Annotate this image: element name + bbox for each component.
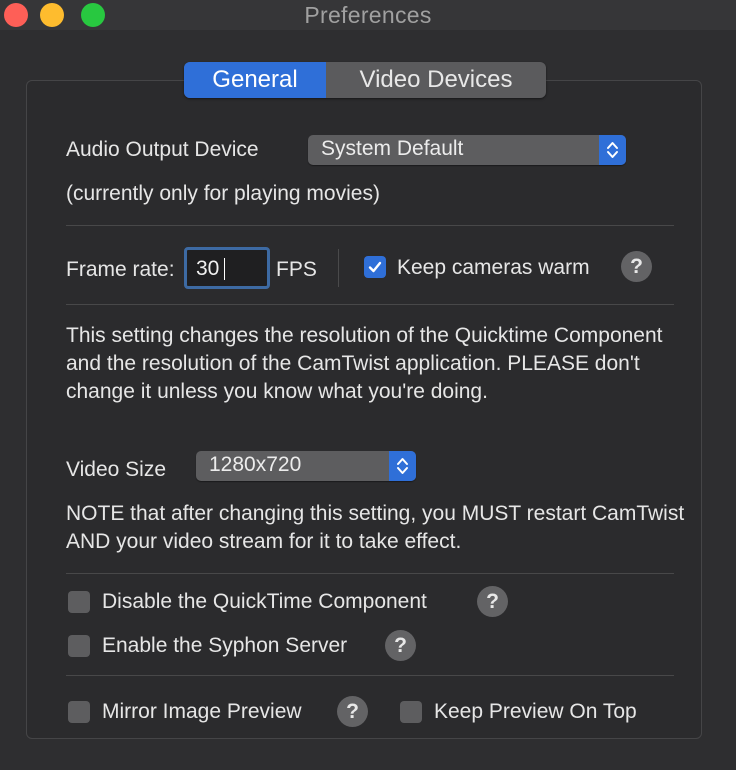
fps-unit-label: FPS bbox=[276, 258, 317, 281]
mirror-preview-label: Mirror Image Preview bbox=[102, 700, 302, 723]
divider bbox=[66, 225, 674, 226]
video-size-label: Video Size bbox=[66, 458, 167, 481]
audio-output-note: (currently only for playing movies) bbox=[66, 182, 380, 205]
frame-rate-input[interactable]: 30 bbox=[184, 247, 270, 289]
divider bbox=[66, 573, 674, 574]
tab-general[interactable]: General bbox=[184, 62, 326, 98]
select-arrows-icon bbox=[599, 135, 626, 165]
tab-bar: General Video Devices bbox=[184, 62, 546, 98]
keep-cameras-warm-checkbox[interactable] bbox=[364, 256, 386, 278]
keep-preview-on-top-checkbox[interactable] bbox=[400, 701, 422, 723]
frame-rate-label: Frame rate: bbox=[66, 258, 175, 281]
frame-rate-value: 30 bbox=[196, 257, 220, 280]
checkmark-icon bbox=[368, 261, 382, 273]
select-arrows-icon bbox=[389, 451, 416, 481]
resolution-note: This setting changes the resolution of t… bbox=[66, 324, 663, 403]
keep-preview-on-top-label: Keep Preview On Top bbox=[434, 700, 637, 723]
title-bar: Preferences bbox=[0, 0, 736, 30]
enable-syphon-checkbox[interactable] bbox=[68, 635, 90, 657]
divider bbox=[66, 304, 674, 305]
keep-cameras-warm-label: Keep cameras warm bbox=[397, 256, 590, 279]
disable-quicktime-label: Disable the QuickTime Component bbox=[102, 590, 427, 613]
window-title: Preferences bbox=[304, 2, 432, 28]
help-button[interactable]: ? bbox=[337, 696, 368, 727]
divider bbox=[66, 675, 674, 676]
audio-output-label: Audio Output Device bbox=[66, 138, 259, 161]
help-button[interactable]: ? bbox=[477, 586, 508, 617]
help-button[interactable]: ? bbox=[385, 630, 416, 661]
enable-syphon-label: Enable the Syphon Server bbox=[102, 634, 348, 657]
video-size-value: 1280x720 bbox=[209, 453, 302, 476]
mirror-preview-checkbox[interactable] bbox=[68, 701, 90, 723]
video-size-select[interactable]: 1280x720 bbox=[196, 451, 416, 481]
disable-quicktime-checkbox[interactable] bbox=[68, 591, 90, 613]
vertical-separator bbox=[338, 249, 339, 287]
help-button[interactable]: ? bbox=[621, 251, 652, 282]
text-caret bbox=[224, 258, 225, 280]
restart-note: NOTE that after changing this setting, y… bbox=[66, 502, 685, 553]
audio-output-value: System Default bbox=[321, 137, 464, 160]
audio-output-select[interactable]: System Default bbox=[308, 135, 626, 165]
tab-video-devices[interactable]: Video Devices bbox=[326, 62, 546, 98]
